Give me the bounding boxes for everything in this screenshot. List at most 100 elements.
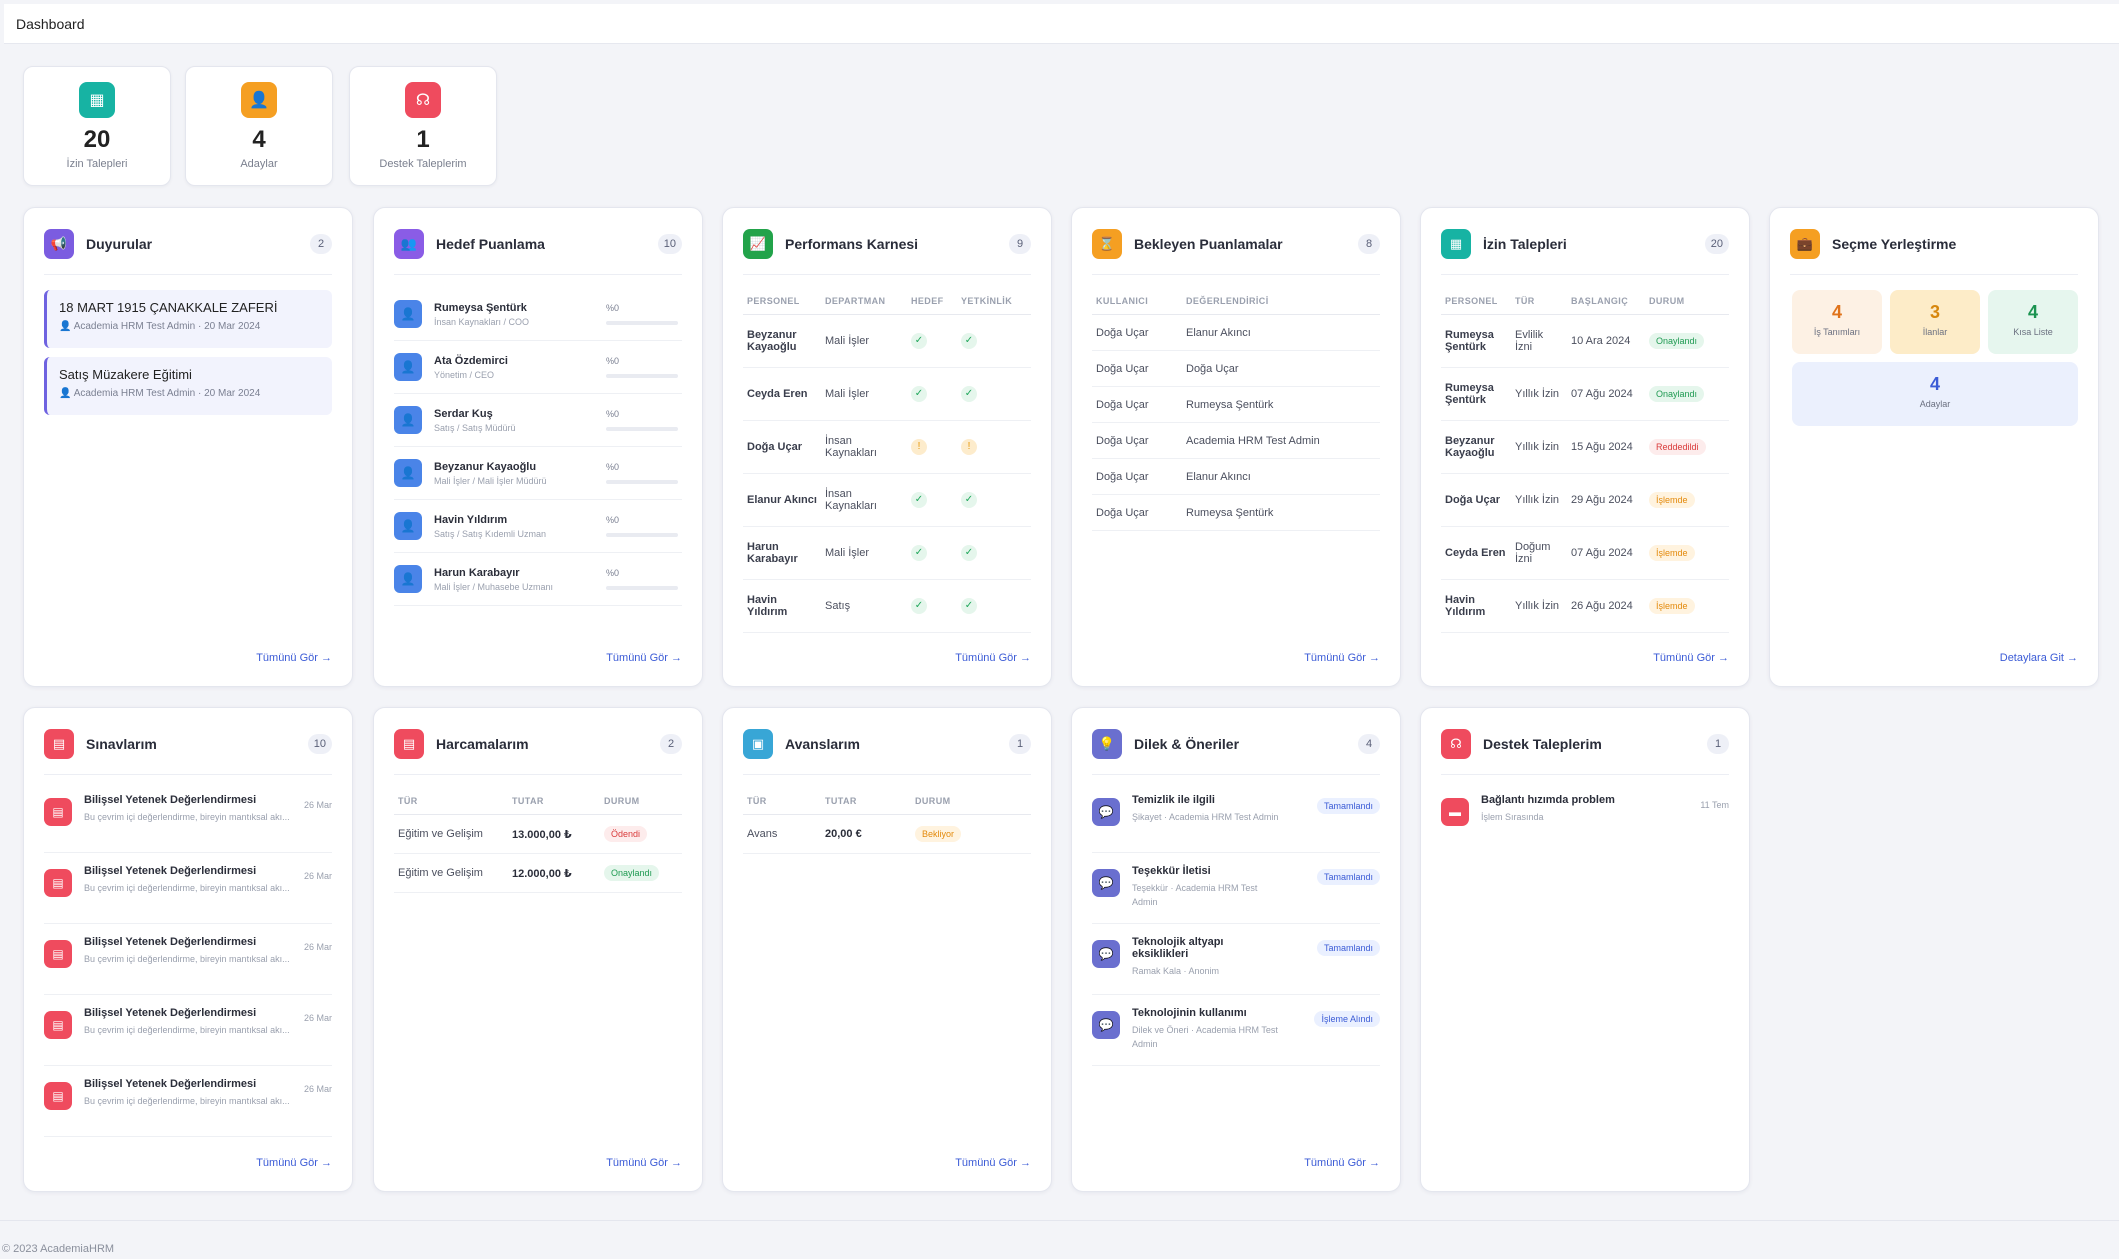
table-row[interactable]: Rumeysa Şentürk Evlilik İzni 10 Ara 2024… bbox=[1441, 314, 1729, 368]
goal-row[interactable]: 👤 Ata Özdemirci Yönetim / CEO %0 bbox=[394, 341, 682, 394]
progress-percent: %0 bbox=[606, 515, 620, 525]
see-all-link[interactable]: Tümünü Gör → bbox=[955, 1157, 1031, 1169]
tile-is-tanimlari[interactable]: 4 İş Tanımları bbox=[1792, 290, 1882, 354]
user-icon: 👤 bbox=[394, 353, 422, 381]
column-header: PERSONEL bbox=[1441, 288, 1511, 315]
tile-label: İlanlar bbox=[1922, 327, 1948, 337]
table-row[interactable]: Doğa Uçar Elanur Akıncı bbox=[1092, 458, 1380, 495]
table-row[interactable]: Doğa Uçar İnsan Kaynakları ! ! bbox=[743, 420, 1031, 474]
person-name: Beyzanur Kayaoğlu bbox=[1441, 420, 1511, 474]
exam-item[interactable]: ▤ Bilişsel Yetenek Değerlendirmesi Bu çev… bbox=[44, 1066, 332, 1137]
stat-card-izin[interactable]: ▦ 20 İzin Talepleri bbox=[23, 66, 171, 186]
count-badge: 2 bbox=[660, 734, 682, 754]
suggestion-meta: Ramak Kala · Anonim bbox=[1132, 966, 1220, 976]
expense-type: Eğitim ve Gelişim bbox=[394, 853, 508, 893]
goal-row[interactable]: 👤 Havin Yıldırım Satış / Satış Kıdemli Uz… bbox=[394, 500, 682, 553]
person-name: Rumeysa Şentürk bbox=[1441, 314, 1511, 368]
table-row[interactable]: Ceyda Eren Mali İşler ✓ ✓ bbox=[743, 367, 1031, 421]
table-row[interactable]: Harun Karabayır Mali İşler ✓ ✓ bbox=[743, 526, 1031, 580]
footer: © 2023 AcademiaHRM bbox=[0, 1220, 2119, 1259]
table-row[interactable]: Avans 20,00 € Bekliyor bbox=[743, 814, 1031, 854]
user-name: Doğa Uçar bbox=[1092, 350, 1182, 387]
person-role: Yönetim / CEO bbox=[434, 369, 495, 380]
see-all-link[interactable]: Tümünü Gör → bbox=[955, 652, 1031, 664]
see-all-link[interactable]: Tümünü Gör → bbox=[1653, 652, 1729, 664]
support-item[interactable]: ▬ Bağlantı hızımda problem İşlem Sırasınd… bbox=[1441, 782, 1729, 853]
goal-row[interactable]: 👤 Harun Karabayır Mali İşler / Muhasebe U… bbox=[394, 553, 682, 606]
status-badge: Onaylandı bbox=[1649, 386, 1705, 402]
goal-row[interactable]: 👤 Rumeysa Şentürk İnsan Kaynakları / COO … bbox=[394, 288, 682, 341]
count-badge: 20 bbox=[1704, 234, 1729, 254]
user-icon: 👤 bbox=[394, 565, 422, 593]
exam-item[interactable]: ▤ Bilişsel Yetenek Değerlendirmesi Bu çev… bbox=[44, 995, 332, 1066]
table-row[interactable]: Beyzanur Kayaoğlu Yıllık İzin 15 Ağu 202… bbox=[1441, 420, 1729, 474]
goal-row[interactable]: 👤 Beyzanur Kayaoğlu Mali İşler / Mali İşl… bbox=[394, 447, 682, 500]
suggestion-item[interactable]: 💬 Teşekkür İletisi Teşekkür · Academia HR… bbox=[1092, 853, 1380, 924]
progress-percent: %0 bbox=[606, 356, 620, 366]
tile-ilanlar[interactable]: 3 İlanlar bbox=[1890, 290, 1980, 354]
table-row[interactable]: Doğa Uçar Elanur Akıncı bbox=[1092, 314, 1380, 351]
see-all-link[interactable]: Tümünü Gör → bbox=[1304, 652, 1380, 664]
exam-title: Bilişsel Yetenek Değerlendirmesi bbox=[84, 1078, 257, 1090]
start-date: 15 Ağu 2024 bbox=[1567, 420, 1645, 474]
page-title: Dashboard bbox=[16, 15, 85, 32]
table-row[interactable]: Ceyda Eren Doğum İzni 07 Ağu 2024 İşlemd… bbox=[1441, 526, 1729, 580]
exam-description: Bu çevrim içi değerlendirme, bireyin man… bbox=[84, 812, 290, 822]
see-all-link[interactable]: Tümünü Gör → bbox=[256, 1157, 332, 1169]
goal-row[interactable]: 👤 Serdar Kuş Satış / Satış Müdürü %0 bbox=[394, 394, 682, 447]
start-date: 29 Ağu 2024 bbox=[1567, 473, 1645, 527]
stat-card-destek[interactable]: ☊ 1 Destek Taleplerim bbox=[349, 66, 497, 186]
table-row[interactable]: Doğa Uçar Yıllık İzin 29 Ağu 2024 İşlemd… bbox=[1441, 473, 1729, 527]
see-all-link[interactable]: Tümünü Gör → bbox=[256, 652, 332, 664]
evaluator-name: Rumeysa Şentürk bbox=[1182, 386, 1380, 423]
exam-item[interactable]: ▤ Bilişsel Yetenek Değerlendirmesi Bu çev… bbox=[44, 853, 332, 924]
exam-item[interactable]: ▤ Bilişsel Yetenek Değerlendirmesi Bu çev… bbox=[44, 782, 332, 853]
tile-label: İş Tanımları bbox=[1813, 327, 1861, 337]
card-hedef-puanlama: 👥 Hedef Puanlama 10 👤 Rumeysa Şentürk İnsan… bbox=[373, 207, 703, 687]
table-row[interactable]: Havin Yıldırım Yıllık İzin 26 Ağu 2024 İ… bbox=[1441, 579, 1729, 633]
table-row[interactable]: Eğitim ve Gelişim 13.000,00 ₺ Ödendi bbox=[394, 814, 682, 854]
table-row[interactable]: Elanur Akıncı İnsan Kaynakları ✓ ✓ bbox=[743, 473, 1031, 527]
leave-type: Yıllık İzin bbox=[1511, 579, 1567, 633]
stat-card-adaylar[interactable]: 👤 4 Adaylar bbox=[185, 66, 333, 186]
bekleyen-table: KULLANICI DEĞERLENDİRİCİ Doğa Uçar Elanu… bbox=[1092, 288, 1380, 531]
announcement-item[interactable]: Satış Müzakere Eğitimi 👤 Academia HRM Tes… bbox=[44, 357, 332, 415]
suggestion-item[interactable]: 💬 Temizlik ile ilgili Şikayet · Academia … bbox=[1092, 782, 1380, 853]
see-all-link[interactable]: Tümünü Gör → bbox=[606, 1157, 682, 1169]
warning-icon: ! bbox=[911, 439, 927, 455]
department: Mali İşler bbox=[821, 314, 907, 368]
user-plus-icon: 👤 bbox=[241, 82, 277, 118]
see-all-link[interactable]: Tümünü Gör → bbox=[1304, 1157, 1380, 1169]
announcement-item[interactable]: 18 MART 1915 ÇANAKKALE ZAFERİ 👤 Academia … bbox=[44, 290, 332, 348]
person-name: Ceyda Eren bbox=[743, 367, 821, 421]
table-row[interactable]: Beyzanur Kayaoğlu Mali İşler ✓ ✓ bbox=[743, 314, 1031, 368]
exam-item[interactable]: ▤ Bilişsel Yetenek Değerlendirmesi Bu çev… bbox=[44, 924, 332, 995]
table-row[interactable]: Doğa Uçar Academia HRM Test Admin bbox=[1092, 422, 1380, 459]
card-title: Destek Taleplerim bbox=[1483, 736, 1602, 752]
table-row[interactable]: Rumeysa Şentürk Yıllık İzin 07 Ağu 2024 … bbox=[1441, 367, 1729, 421]
table-row[interactable]: Havin Yıldırım Satış ✓ ✓ bbox=[743, 579, 1031, 633]
person-name: Beyzanur Kayaoğlu bbox=[743, 314, 821, 368]
table-row[interactable]: Doğa Uçar Doğa Uçar bbox=[1092, 350, 1380, 387]
briefcase-icon: 💼 bbox=[1790, 229, 1820, 259]
column-header: DURUM bbox=[911, 788, 1031, 815]
exam-date: 26 Mar bbox=[303, 800, 332, 810]
document-icon: ▤ bbox=[44, 1011, 72, 1039]
see-all-link[interactable]: Tümünü Gör → bbox=[606, 652, 682, 664]
exam-description: Bu çevrim içi değerlendirme, bireyin man… bbox=[84, 883, 290, 893]
details-link[interactable]: Detaylara Git → bbox=[2000, 652, 2078, 664]
person-role: Mali İşler / Muhasebe Uzmanı bbox=[434, 581, 554, 592]
table-row[interactable]: Doğa Uçar Rumeysa Şentürk bbox=[1092, 494, 1380, 531]
user-icon: 👤 bbox=[394, 512, 422, 540]
announcement-title: 18 MART 1915 ÇANAKKALE ZAFERİ bbox=[59, 300, 278, 315]
suggestion-item[interactable]: 💬 Teknolojik altyapı eksiklikleri Ramak K… bbox=[1092, 924, 1380, 995]
table-row[interactable]: Eğitim ve Gelişim 12.000,00 ₺ Onaylandı bbox=[394, 853, 682, 893]
suggestion-item[interactable]: 💬 Teknolojinin kullanımı Dilek ve Öneri ·… bbox=[1092, 995, 1380, 1066]
exam-date: 26 Mar bbox=[303, 871, 332, 881]
document-icon: ▤ bbox=[44, 729, 74, 759]
check-icon: ✓ bbox=[961, 333, 977, 349]
stat-label: İzin Talepleri bbox=[66, 158, 128, 170]
tile-adaylar[interactable]: 4 Adaylar bbox=[1792, 362, 2078, 426]
table-row[interactable]: Doğa Uçar Rumeysa Şentürk bbox=[1092, 386, 1380, 423]
tile-kisa-liste[interactable]: 4 Kısa Liste bbox=[1988, 290, 2078, 354]
